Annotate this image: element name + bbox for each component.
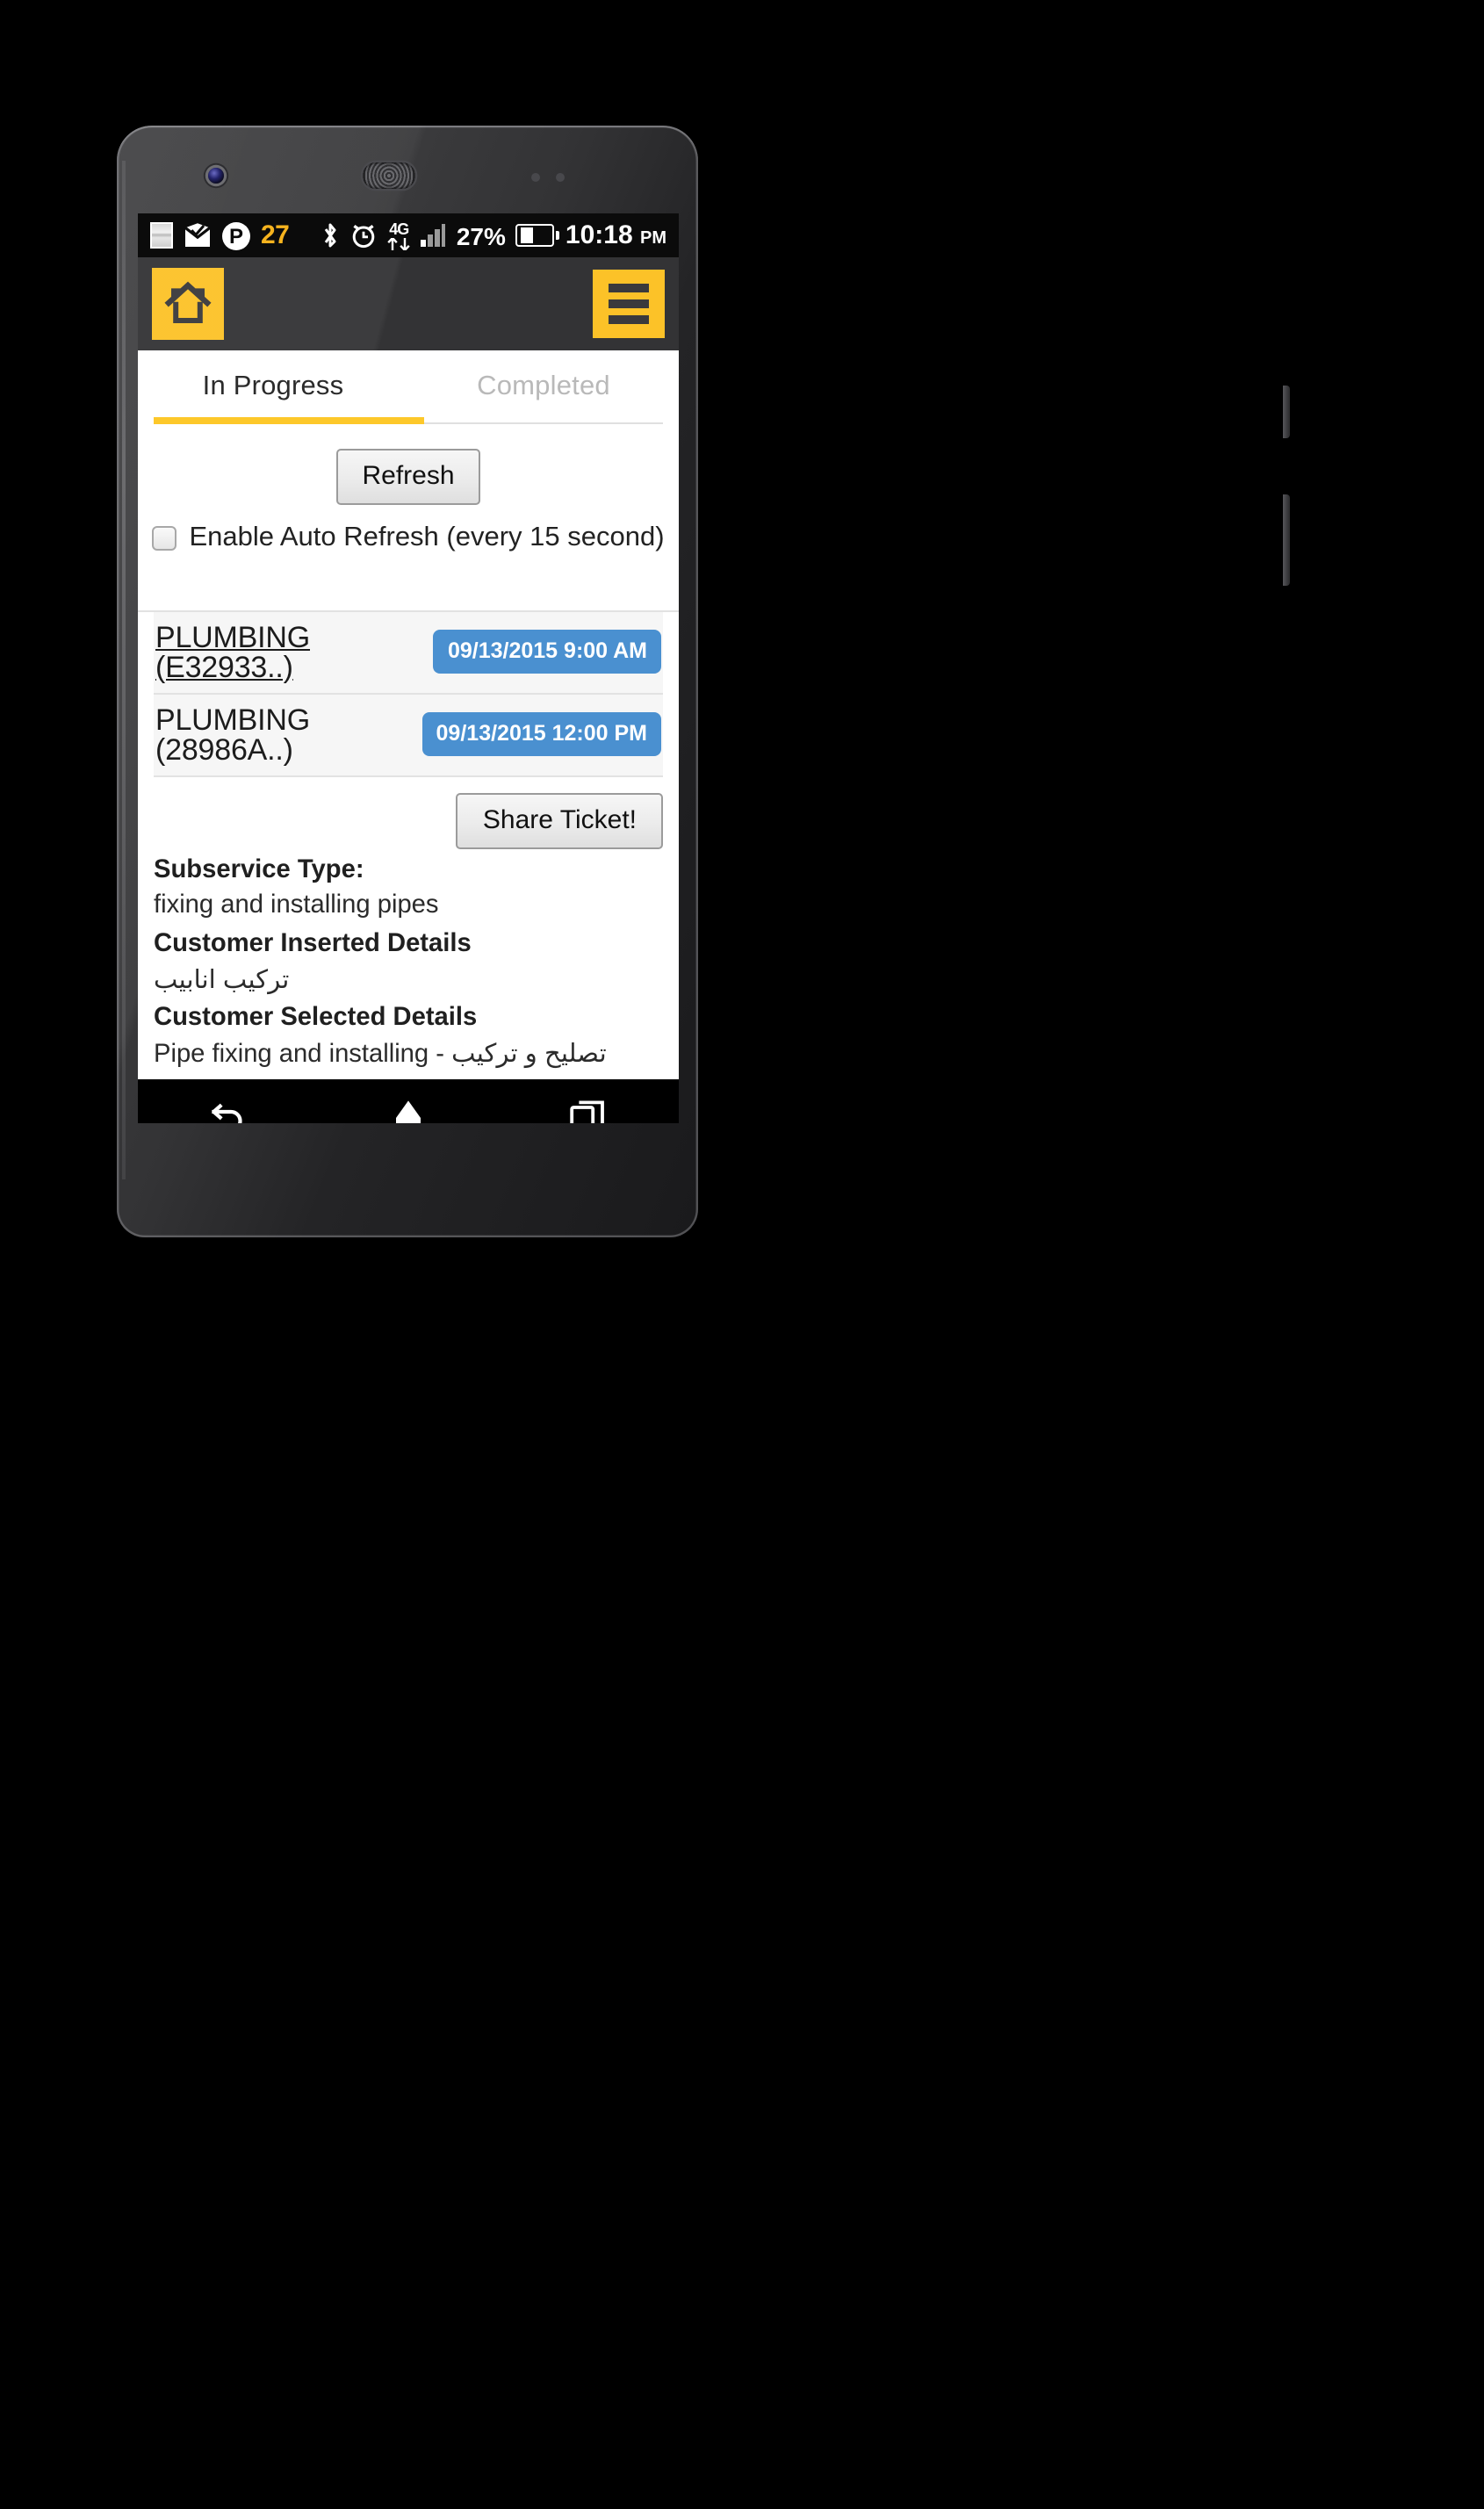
home-button[interactable]	[152, 268, 224, 340]
tab-active-indicator	[154, 417, 424, 424]
power-button[interactable]	[1283, 386, 1289, 438]
earpiece-speaker	[363, 162, 415, 189]
refresh-button[interactable]: Refresh	[335, 449, 481, 505]
front-camera-icon	[208, 168, 224, 184]
battery-percent-label: 27%	[456, 221, 506, 249]
nav-recents-button[interactable]	[536, 1087, 641, 1123]
volume-button[interactable]	[1283, 494, 1289, 586]
menu-button[interactable]	[593, 270, 665, 338]
network-4g-icon: 4G	[387, 220, 410, 249]
home-icon	[164, 278, 212, 330]
ticket-datetime-badge: 09/13/2015 9:00 AM	[433, 630, 661, 674]
ticket-title: PLUMBING (28986A..)	[155, 703, 310, 766]
notification-count: 27	[261, 220, 290, 250]
tab-bar: In Progress Completed	[138, 350, 679, 424]
ticket-title: PLUMBING (E32933..)	[155, 620, 310, 683]
hamburger-menu-icon	[609, 299, 649, 308]
auto-refresh-checkbox[interactable]	[152, 525, 177, 551]
table-row[interactable]: PLUMBING (28986A..) 09/13/2015 12:00 PM	[154, 694, 663, 776]
phone-screen: P 27 4G 27% 10:18 PM In Progress Complet…	[138, 213, 679, 1123]
sim-card-icon	[150, 222, 173, 249]
hamburger-menu-icon	[609, 284, 649, 292]
mail-icon	[184, 222, 212, 249]
ticket-list: PLUMBING (E32933..) 09/13/2015 9:00 AM P…	[138, 609, 679, 776]
refresh-controls: Refresh Enable Auto Refresh (every 15 se…	[138, 424, 679, 552]
nav-back-button[interactable]	[176, 1087, 281, 1123]
battery-icon	[515, 224, 560, 247]
nav-home-button[interactable]	[356, 1087, 461, 1123]
clock-label: 10:18 PM	[565, 220, 666, 250]
subservice-type-heading: Subservice Type:	[154, 855, 364, 883]
tab-completed[interactable]: Completed	[408, 350, 679, 424]
table-row[interactable]: PLUMBING (E32933..) 09/13/2015 9:00 AM	[154, 611, 663, 694]
back-arrow-icon	[209, 1100, 248, 1123]
signal-bars-icon	[421, 224, 446, 247]
customer-inserted-details-value: تركيب انابيب	[154, 966, 290, 995]
tab-in-progress[interactable]: In Progress	[138, 350, 408, 424]
ticket-datetime-badge: 09/13/2015 12:00 PM	[421, 712, 661, 756]
ticket-details: Share Ticket! Subservice Type: fixing an…	[138, 776, 679, 1079]
android-navigation-bar	[138, 1079, 679, 1123]
customer-selected-details-value: Pipe fixing and installing - تصليح و ترك…	[154, 1041, 607, 1079]
alarm-icon	[350, 222, 377, 249]
phone-side-seam	[121, 161, 125, 1179]
content-area: Refresh Enable Auto Refresh (every 15 se…	[138, 424, 679, 1079]
customer-inserted-details-heading: Customer Inserted Details	[154, 929, 472, 958]
phone-device: P 27 4G 27% 10:18 PM In Progress Complet…	[117, 126, 1289, 2347]
parking-p-icon: P	[222, 221, 250, 249]
app-toolbar	[138, 257, 679, 350]
home-outline-icon	[393, 1099, 424, 1123]
recent-apps-icon	[569, 1099, 608, 1123]
share-ticket-button[interactable]: Share Ticket!	[456, 792, 663, 848]
bluetooth-icon	[321, 221, 340, 249]
customer-selected-details-heading: Customer Selected Details	[154, 1004, 478, 1033]
auto-refresh-label: Enable Auto Refresh (every 15 second)	[189, 523, 665, 552]
android-status-bar: P 27 4G 27% 10:18 PM	[138, 213, 679, 257]
hamburger-menu-icon	[609, 315, 649, 324]
subservice-type-value: fixing and installing pipes	[154, 891, 439, 920]
auto-refresh-row[interactable]: Enable Auto Refresh (every 15 second)	[152, 523, 665, 552]
proximity-sensor	[531, 173, 573, 182]
